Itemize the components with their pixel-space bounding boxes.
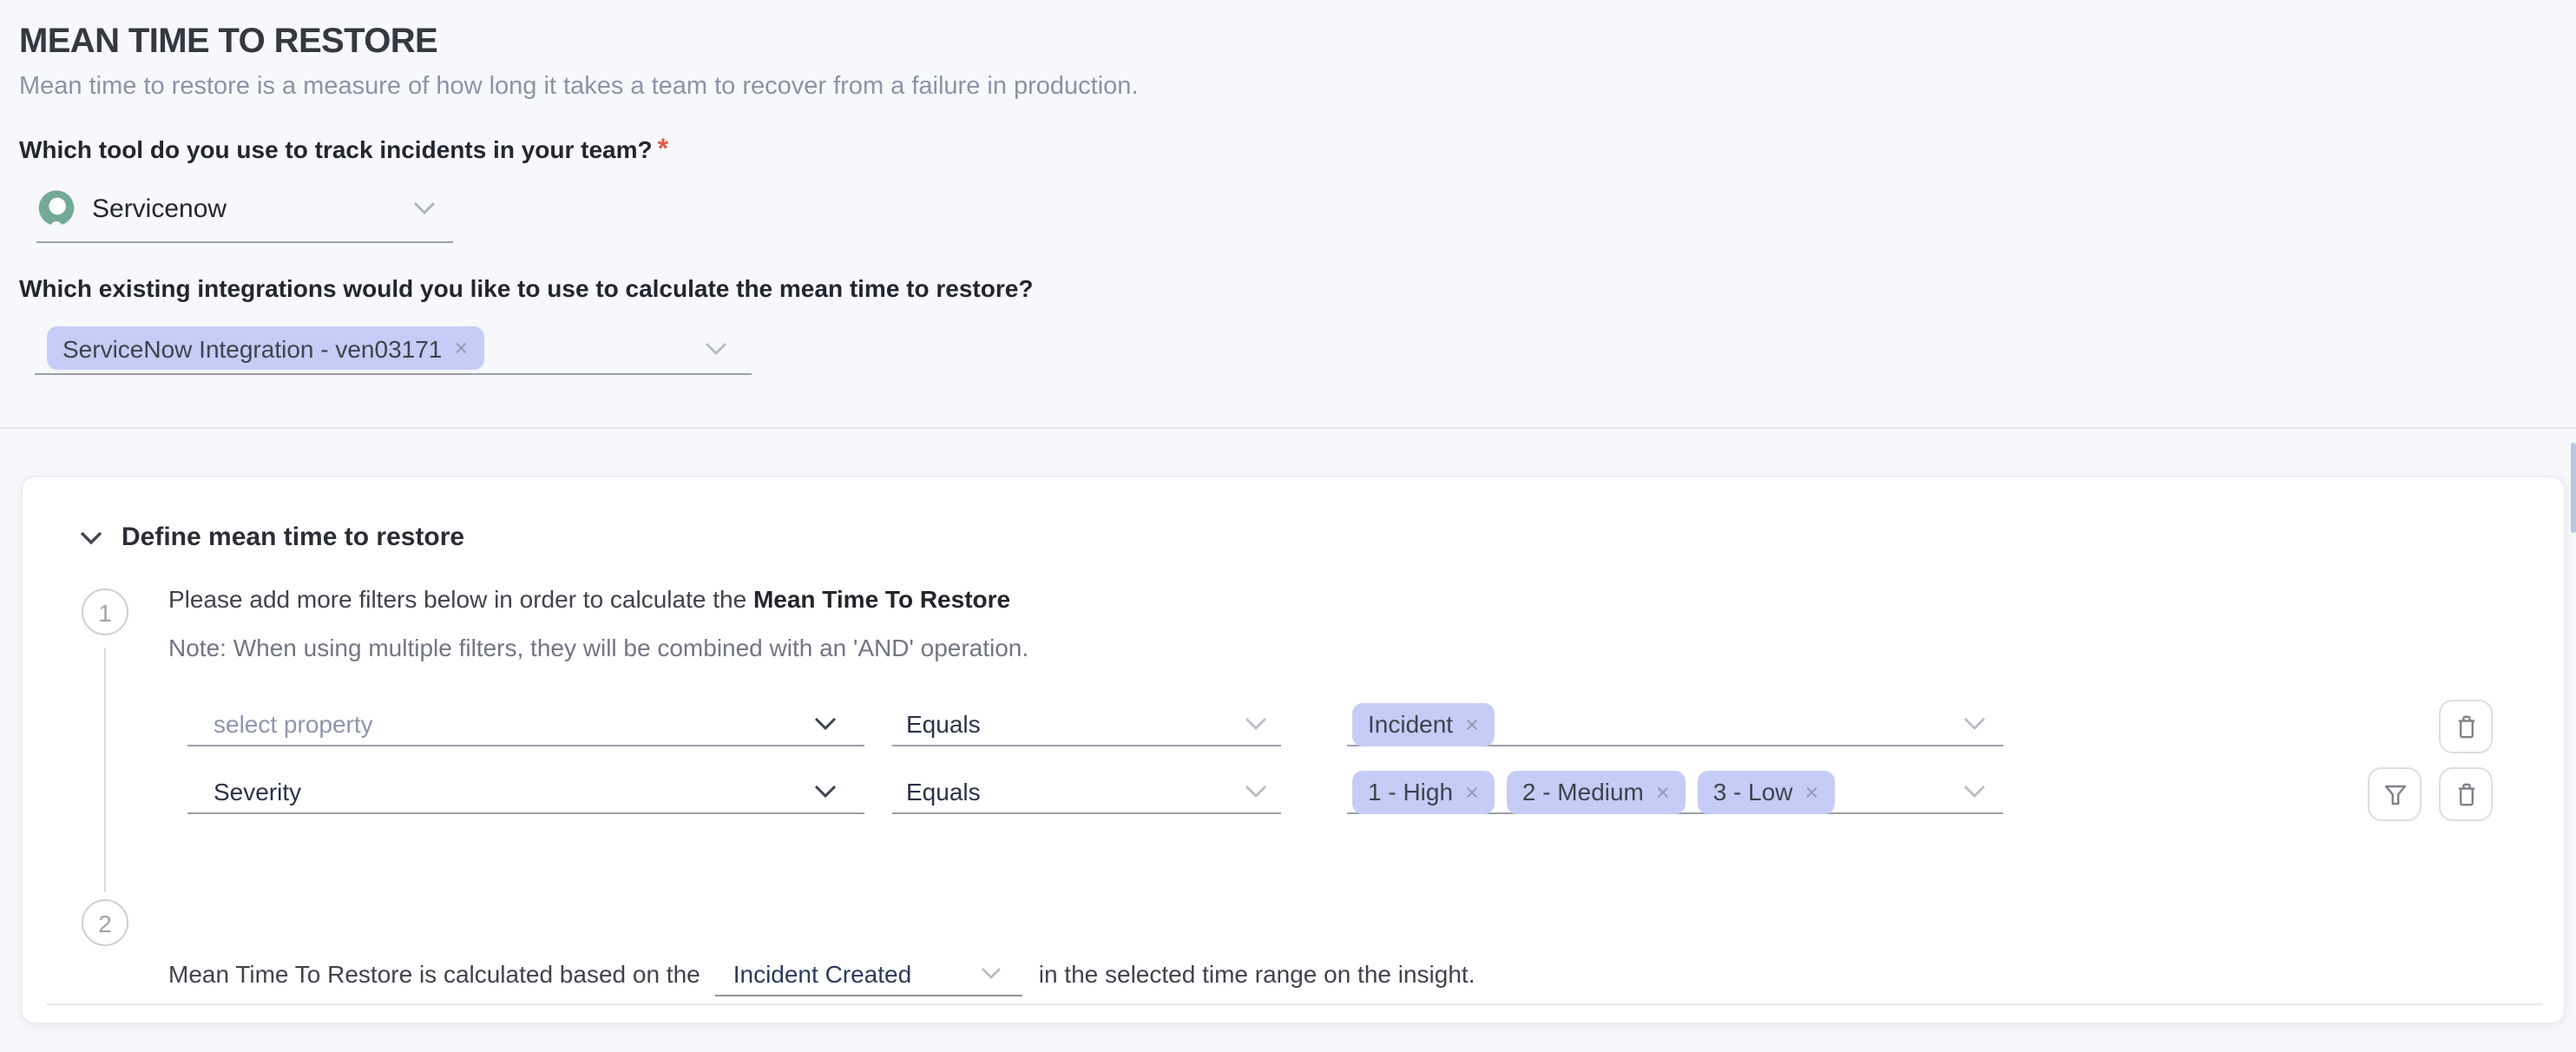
filter-row1-values-multiselect[interactable]: Incident × [1347, 703, 2003, 746]
chevron-down-icon [1245, 717, 1267, 731]
scrollbar-thumb[interactable] [2571, 443, 2576, 533]
define-section-toggle[interactable]: Define mean time to restore [80, 523, 464, 552]
filter-options-row2-button[interactable] [2368, 767, 2422, 821]
value-chip[interactable]: 2 - Medium × [1507, 770, 1686, 813]
integration-chip-label: ServiceNow Integration - ven03171 [62, 334, 442, 362]
value-chip[interactable]: Incident × [1352, 702, 1495, 746]
incident-tool-value: Servicenow [92, 194, 227, 223]
define-mttr-card: Define mean time to restore 1 Please add… [21, 476, 2566, 1024]
value-chip[interactable]: 3 - Low × [1698, 770, 1835, 813]
chip-remove-icon[interactable]: × [1465, 779, 1479, 805]
chevron-down-icon [1245, 785, 1267, 799]
page-subtitle: Mean time to restore is a measure of how… [19, 73, 1139, 101]
timestamp-basis-select[interactable]: Incident Created [716, 951, 1023, 996]
chevron-down-icon [1963, 717, 1986, 731]
chip-remove-icon[interactable]: × [454, 335, 468, 361]
page-title: MEAN TIME TO RESTORE [19, 23, 437, 62]
step-1-badge: 1 [82, 588, 128, 635]
chevron-down-icon [1963, 785, 1986, 799]
mean-time-to-restore-page: MEAN TIME TO RESTORE Mean time to restor… [0, 0, 2576, 1052]
funnel-icon [2381, 780, 2408, 808]
step-2-badge: 2 [82, 899, 128, 946]
chevron-down-icon [705, 341, 727, 355]
chip-remove-icon[interactable]: × [1465, 711, 1479, 737]
chevron-down-icon [982, 967, 1002, 979]
chevron-down-icon [413, 201, 436, 215]
tool-question-label: Which tool do you use to track incidents… [19, 135, 668, 167]
value-chip[interactable]: 1 - High × [1352, 770, 1495, 813]
servicenow-logo-icon [36, 188, 76, 228]
chevron-down-icon [80, 530, 102, 544]
section-divider [0, 427, 2576, 429]
property-placeholder: select property [214, 710, 373, 738]
step-1-text: Please add more filters below in order t… [168, 585, 1010, 613]
filter-row2-property-select[interactable]: Severity [187, 771, 864, 814]
chevron-down-icon [814, 717, 837, 731]
step-connector-line [104, 648, 106, 892]
delete-filter-row2-button[interactable] [2439, 767, 2493, 821]
step-2-text: Mean Time To Restore is calculated based… [168, 951, 1475, 996]
filter-row2-operator-select[interactable]: Equals [892, 771, 1281, 814]
filter-row1-property-select[interactable]: select property [187, 703, 864, 746]
required-asterisk: * [658, 135, 668, 165]
trash-icon [2452, 713, 2480, 740]
step-1-note: Note: When using multiple filters, they … [168, 634, 1028, 661]
define-section-title: Define mean time to restore [122, 523, 464, 552]
integrations-multiselect[interactable]: ServiceNow Integration - ven03171 × [35, 323, 752, 375]
chip-remove-icon[interactable]: × [1805, 779, 1819, 805]
filter-row1-operator-select[interactable]: Equals [892, 703, 1281, 746]
chip-remove-icon[interactable]: × [1656, 779, 1670, 805]
integrations-question-label: Which existing integrations would you li… [19, 274, 1033, 302]
filter-row2-values-multiselect[interactable]: 1 - High × 2 - Medium × 3 - Low × [1347, 771, 2003, 814]
delete-filter-row1-button[interactable] [2439, 700, 2493, 753]
card-bottom-divider [47, 1003, 2543, 1005]
chevron-down-icon [814, 785, 837, 799]
incident-tool-select[interactable]: Servicenow [36, 175, 453, 243]
integration-chip[interactable]: ServiceNow Integration - ven03171 × [47, 326, 483, 370]
trash-icon [2452, 780, 2480, 808]
